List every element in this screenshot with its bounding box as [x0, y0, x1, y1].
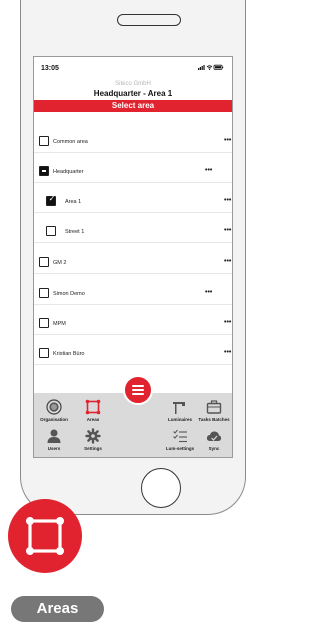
organisation-icon	[46, 399, 62, 415]
nav-label: Users	[47, 446, 61, 451]
nav-areas[interactable]: Areas	[76, 399, 110, 422]
user-icon	[47, 429, 61, 443]
checkbox-common-area[interactable]	[39, 136, 49, 146]
areas-icon	[85, 399, 101, 415]
area-title: Headquarter - Area 1	[93, 89, 173, 98]
more-options-icon[interactable]: •••	[224, 227, 231, 234]
briefcase-icon	[206, 400, 222, 414]
more-options-icon[interactable]: •••	[224, 258, 231, 265]
status-time: 13:05	[41, 65, 59, 72]
list-item[interactable]: MPM •••	[34, 313, 232, 335]
status-icons-svg	[198, 64, 224, 70]
menu-line	[132, 385, 144, 387]
more-options-icon[interactable]: •••	[224, 137, 231, 144]
list-item[interactable]: Simon Demo ••• ˅	[34, 283, 232, 305]
nav-label: Areas	[86, 417, 100, 422]
checkbox-headquarter[interactable]	[39, 166, 49, 176]
list-item[interactable]: Kristian Büro •••	[34, 343, 232, 365]
nav-organisation[interactable]: Organisation	[37, 399, 71, 422]
speaker-slot	[117, 14, 181, 26]
cloud-sync-icon	[206, 431, 222, 441]
nav-tasks-batches[interactable]: Tasks Batches	[197, 399, 231, 422]
app-screen: 13:05 Siteco GmbH Headquarter - Area 1 S…	[33, 56, 233, 458]
checkbox-area-1[interactable]: ✓	[46, 194, 56, 206]
nav-label: Lum-settings	[165, 446, 195, 451]
nav-lum-settings[interactable]: Lum-settings	[163, 428, 197, 451]
areas-icon	[26, 517, 64, 555]
row-label: Simon Demo	[53, 291, 85, 297]
more-options-icon[interactable]: •••	[224, 319, 231, 326]
list-item[interactable]: Common area •••	[34, 131, 232, 153]
home-button[interactable]	[141, 468, 181, 508]
row-label: GM 2	[53, 260, 67, 266]
partial-check-icon	[42, 170, 46, 172]
row-label: Street 1	[65, 229, 85, 235]
row-label: Common area	[53, 139, 88, 145]
list-item[interactable]: GM 2 •••	[34, 252, 232, 274]
status-bar: 13:05	[34, 57, 232, 75]
nav-label: Luminaires	[167, 417, 192, 422]
menu-line	[132, 389, 144, 391]
checkbox-mpm[interactable]	[39, 318, 49, 328]
luminaire-icon	[173, 402, 185, 414]
checkbox-street-1[interactable]	[46, 226, 56, 236]
list-item[interactable]: ✓ Area 1 •••	[34, 191, 232, 213]
nav-label: Settings	[84, 446, 102, 451]
checkbox-simon-demo[interactable]	[39, 288, 49, 298]
nav-users[interactable]: Users	[37, 428, 71, 451]
nav-settings[interactable]: Settings	[76, 428, 110, 451]
more-options-icon[interactable]: •••	[205, 167, 212, 174]
row-label: Area 1	[65, 199, 82, 205]
feature-label: Areas	[11, 596, 104, 622]
nav-sync[interactable]: Sync	[197, 428, 231, 451]
list-item[interactable]: Street 1 •••	[34, 221, 232, 243]
gear-icon	[85, 428, 101, 444]
nav-label: Organisation	[40, 417, 68, 422]
list-item[interactable]: Headquarter ••• ˄	[34, 161, 232, 183]
menu-button[interactable]	[123, 375, 153, 405]
more-options-icon[interactable]: •••	[205, 289, 212, 296]
row-label: Kristian Büro	[53, 351, 85, 357]
check-icon: ✓	[48, 194, 56, 203]
nav-label: Tasks Batches	[198, 417, 230, 422]
row-label: MPM	[53, 321, 66, 327]
checkbox-gm-2[interactable]	[39, 257, 49, 267]
company-name: Siteco GmbH	[115, 81, 151, 87]
row-label: Headquarter	[53, 169, 84, 175]
system-icons	[198, 64, 224, 73]
menu-line	[132, 393, 144, 395]
areas-feature-badge	[8, 499, 82, 573]
nav-luminaires[interactable]: Luminaires	[163, 399, 197, 422]
nav-label: Sync	[208, 446, 220, 451]
checklist-icon	[173, 429, 187, 443]
checkbox-kristian-buero[interactable]	[39, 348, 49, 358]
select-area-button[interactable]: Select area	[34, 100, 232, 112]
more-options-icon[interactable]: •••	[224, 197, 231, 204]
more-options-icon[interactable]: •••	[224, 349, 231, 356]
